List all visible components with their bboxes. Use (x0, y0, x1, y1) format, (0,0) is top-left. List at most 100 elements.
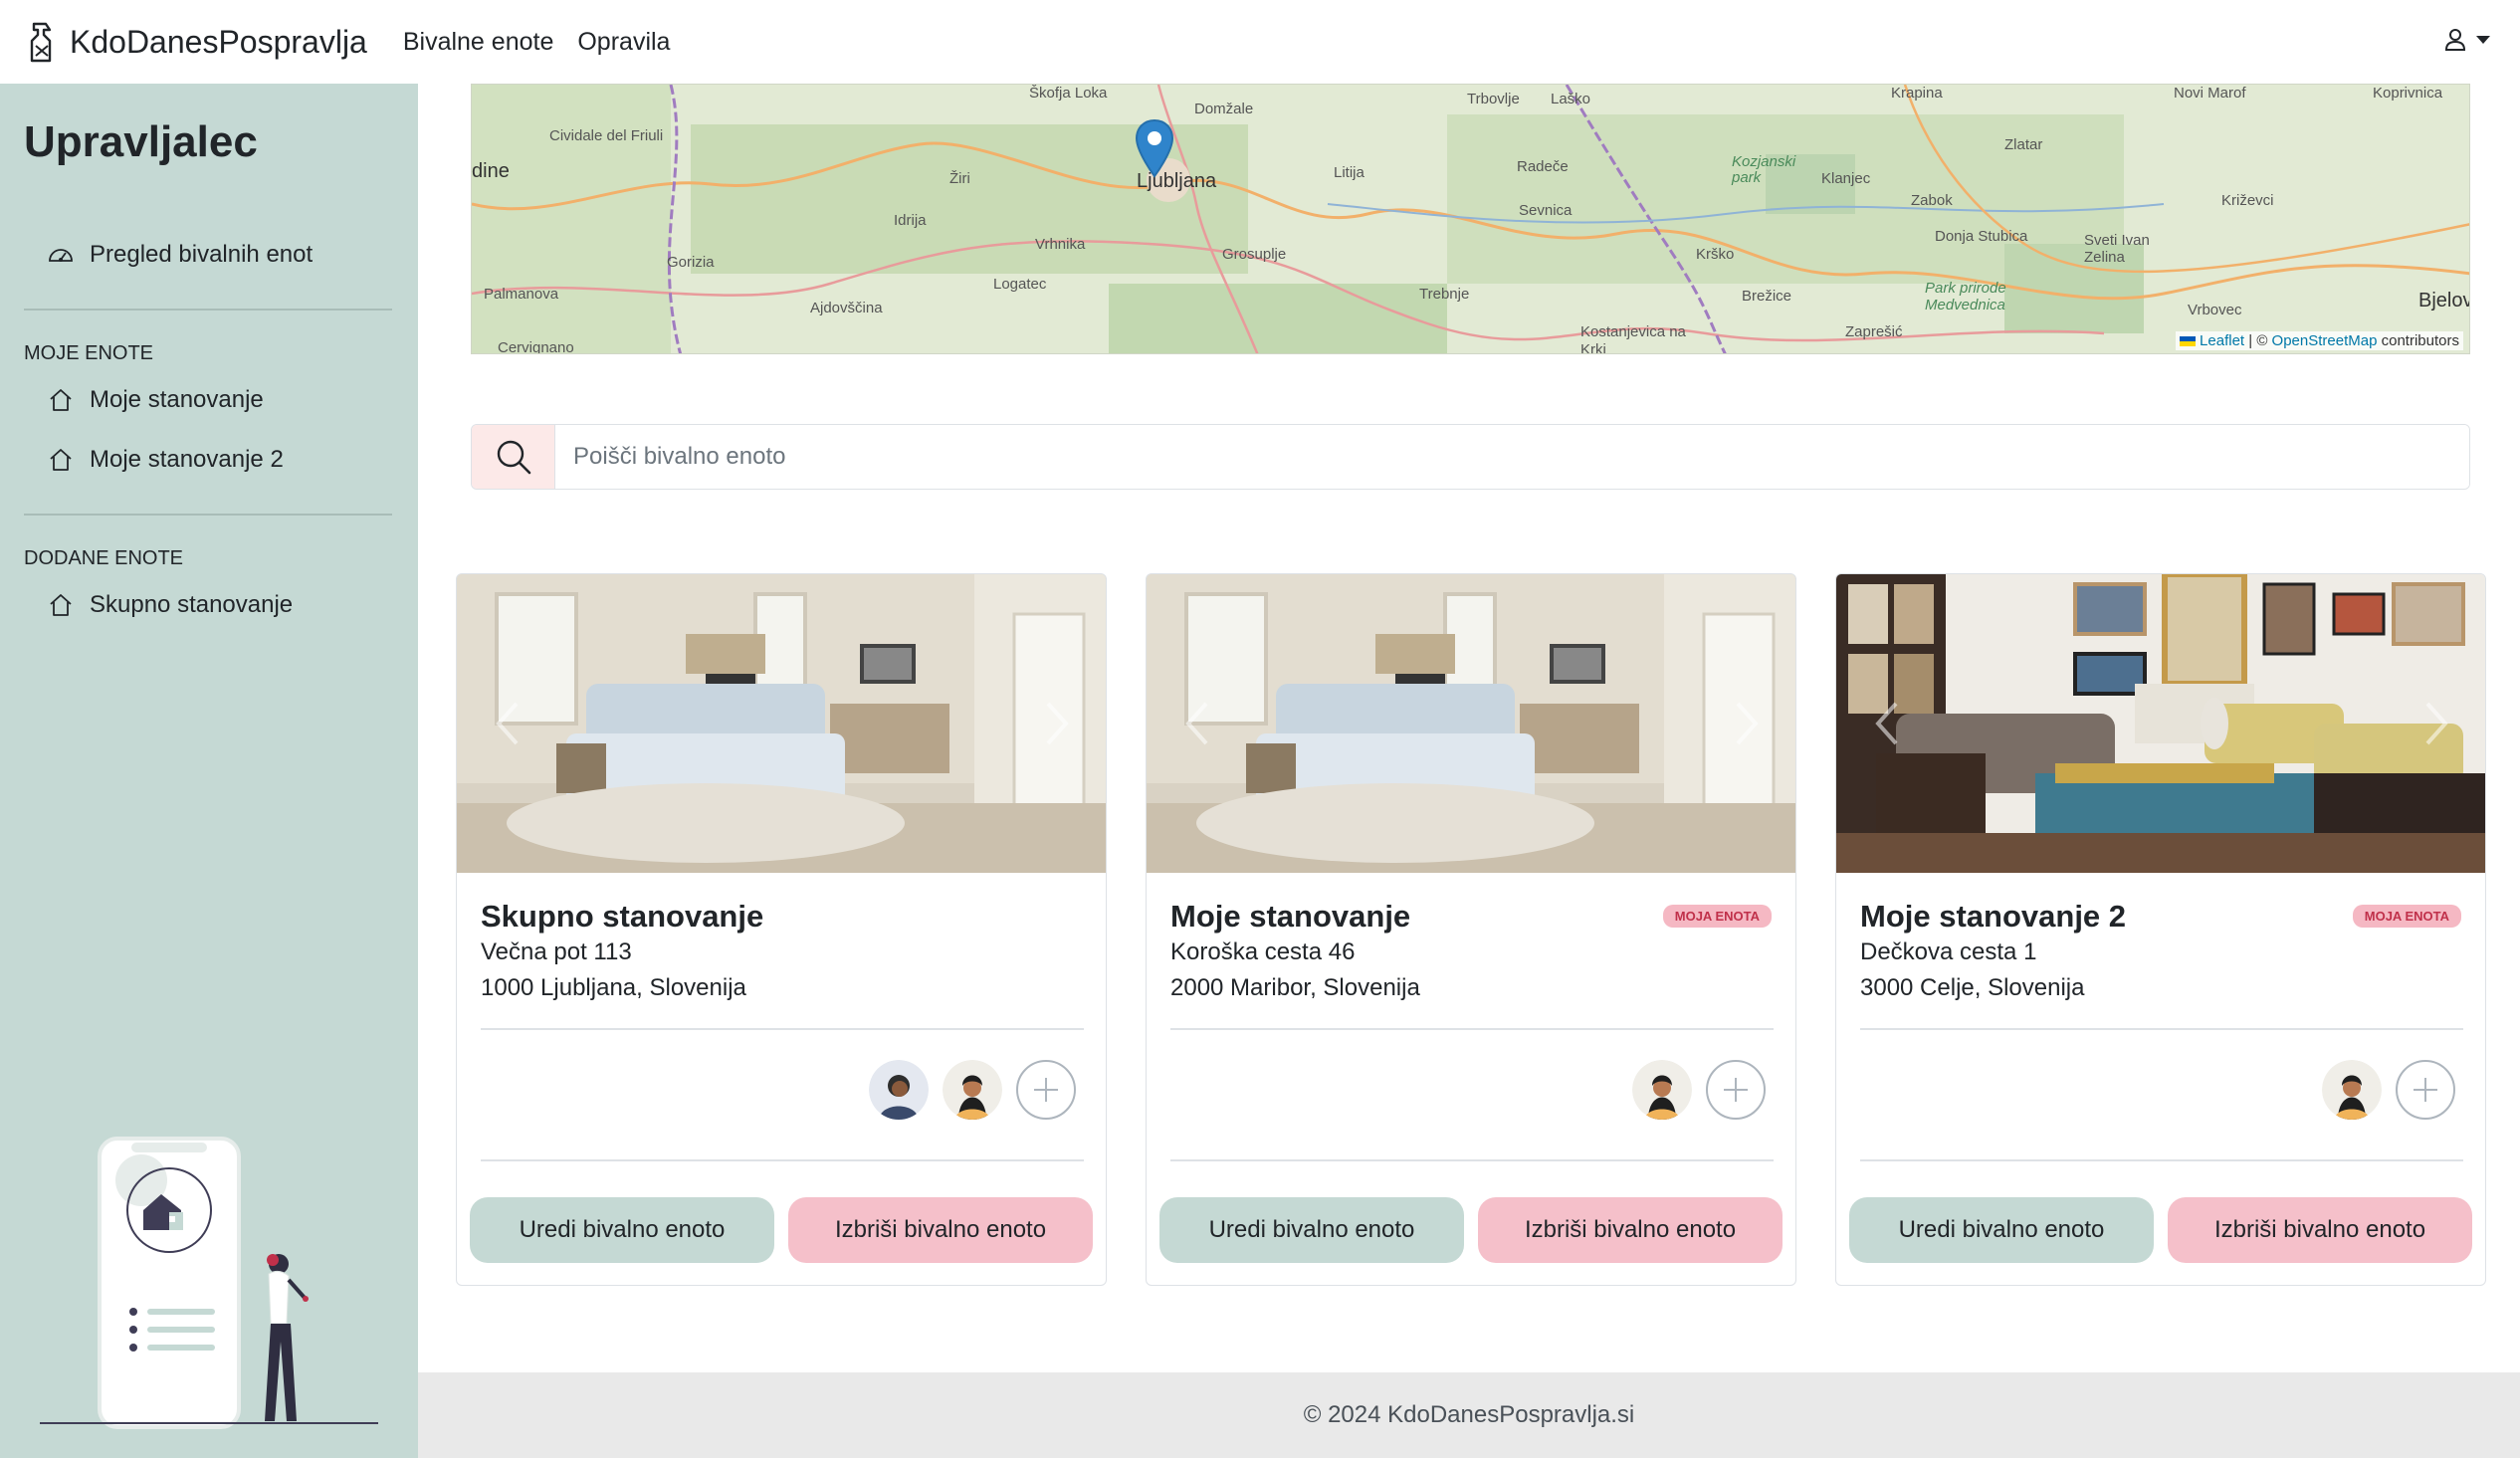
map-place-label: Litija (1334, 164, 1365, 181)
map-place-label: Laško (1551, 91, 1591, 107)
carousel-prev-icon[interactable] (493, 700, 523, 747)
sidebar-item-overview[interactable]: Pregled bivalnih enot (48, 241, 313, 269)
avatar[interactable] (1632, 1060, 1692, 1120)
map-place-label: Donja Stubica (1935, 228, 2028, 245)
map-marker-icon[interactable] (1135, 118, 1174, 180)
plus-icon (2414, 1078, 2437, 1102)
carousel-next-icon[interactable] (1042, 700, 1072, 747)
carousel-prev-icon[interactable] (1182, 700, 1212, 747)
map-place-label: Križevci (2221, 192, 2274, 209)
attribution-contributors: contributors (2377, 332, 2459, 349)
map-place-label: Kozjanski park (1732, 153, 1796, 186)
speedometer-icon (49, 249, 73, 262)
map-place-label: Klanjec (1821, 170, 1871, 187)
nav-link-opravila[interactable]: Opravila (577, 28, 670, 57)
add-member-button[interactable] (1706, 1060, 1766, 1120)
sidebar-item-moje-stanovanje[interactable]: Moje stanovanje (48, 386, 264, 414)
map-place-label: Trebnje (1419, 286, 1470, 303)
unit-carousel[interactable] (457, 574, 1106, 873)
unit-city: 2000 Maribor, Slovenija (1170, 974, 1420, 1001)
map[interactable]: Škofja Loka Domžale Trbovlje Laško Krapi… (471, 84, 2470, 354)
map-place-label: Škofja Loka (1029, 85, 1108, 102)
map-place-label: Koprivnica (2373, 85, 2443, 102)
edit-unit-button[interactable]: Uredi bivalno enoto (470, 1197, 774, 1263)
unit-carousel[interactable] (1147, 574, 1795, 873)
house-icon (50, 594, 72, 616)
sidebar-divider (24, 514, 392, 516)
unit-street: Večna pot 113 (481, 938, 632, 965)
search-bar (471, 424, 2470, 490)
map-tiles (472, 85, 2469, 353)
avatar[interactable] (869, 1060, 929, 1120)
map-place-label: dine (472, 160, 510, 182)
carousel-next-icon[interactable] (2421, 700, 2451, 747)
map-place-label: Radeče (1517, 158, 1569, 175)
carousel-prev-icon[interactable] (1872, 700, 1902, 747)
sidebar-item-label: Skupno stanovanje (90, 591, 294, 618)
map-place-label: Sevnica (1519, 202, 1573, 219)
unit-card: Moje stanovanje MOJA ENOTA Koroška cesta… (1146, 573, 1796, 1286)
footer-copyright: © 2024 KdoDanesPospravlja.si (1303, 1401, 1635, 1428)
map-attribution: Leaflet | © OpenStreetMap contributors (2176, 331, 2463, 350)
leaflet-link[interactable]: Leaflet (2200, 332, 2244, 349)
navbar: KdoDanesPospravlja Bivalne enote Opravil… (0, 0, 2520, 84)
member-avatars (1618, 1060, 1766, 1120)
attribution-separator: | © (2244, 332, 2272, 349)
map-place-label: Zlatar (2004, 136, 2043, 153)
map-place-label: Trbovlje (1467, 91, 1520, 107)
map-place-label: Gorizia (667, 254, 715, 271)
map-place-label: Krško (1696, 246, 1735, 263)
map-place-label: Bjelova (2418, 290, 2469, 312)
member-avatars (2308, 1060, 2455, 1120)
bedroom-photo (457, 574, 1106, 873)
user-menu[interactable] (2444, 28, 2490, 52)
map-place-label: Vrbovec (2188, 302, 2242, 318)
user-icon (2444, 29, 2466, 51)
unit-title: Skupno stanovanje (481, 899, 764, 934)
unit-carousel[interactable] (1836, 574, 2485, 873)
my-units-heading: MOJE ENOTE (24, 342, 154, 364)
map-place-label: Cividale del Friuli (549, 127, 664, 144)
footer: © 2024 KdoDanesPospravlja.si (418, 1372, 2520, 1458)
sidebar-title: Upravljalec (24, 117, 258, 166)
bedroom-photo (1147, 574, 1795, 873)
sidebar-item-skupno-stanovanje[interactable]: Skupno stanovanje (48, 591, 293, 619)
card-divider (1170, 1159, 1774, 1161)
search-icon (497, 440, 530, 475)
carousel-next-icon[interactable] (1732, 700, 1762, 747)
house-icon (50, 389, 72, 411)
brand-name: KdoDanesPospravlja (70, 23, 367, 60)
edit-unit-button[interactable]: Uredi bivalno enoto (1159, 1197, 1464, 1263)
unit-card: Moje stanovanje 2 MOJA ENOTA Dečkova ces… (1835, 573, 2486, 1286)
avatar[interactable] (2322, 1060, 2382, 1120)
brand[interactable]: KdoDanesPospravlja (24, 20, 367, 64)
map-place-label: Vrhnika (1035, 236, 1086, 253)
search-input[interactable] (555, 425, 2469, 489)
sidebar-item-moje-stanovanje-2[interactable]: Moje stanovanje 2 (48, 446, 284, 474)
delete-unit-button[interactable]: Izbriši bivalno enoto (1478, 1197, 1783, 1263)
unit-city: 1000 Ljubljana, Slovenija (481, 974, 746, 1001)
delete-unit-button[interactable]: Izbriši bivalno enoto (2168, 1197, 2472, 1263)
nav-link-bivalne-enote[interactable]: Bivalne enote (403, 28, 554, 57)
openstreetmap-link[interactable]: OpenStreetMap (2272, 332, 2378, 349)
unit-card: Skupno stanovanje Večna pot 113 1000 Lju… (456, 573, 1107, 1286)
my-unit-badge: MOJA ENOTA (1662, 905, 1772, 928)
unit-city: 3000 Celje, Slovenija (1860, 974, 2085, 1001)
sidebar-divider (24, 309, 392, 311)
delete-unit-button[interactable]: Izbriši bivalno enoto (788, 1197, 1093, 1263)
ukraine-flag-icon (2180, 336, 2197, 347)
map-place-label: Brežice (1742, 288, 1792, 305)
card-divider (1860, 1028, 2463, 1030)
member-avatars (855, 1060, 1076, 1120)
edit-unit-button[interactable]: Uredi bivalno enoto (1849, 1197, 2154, 1263)
unit-street: Dečkova cesta 1 (1860, 938, 2037, 965)
sidebar-item-label: Moje stanovanje 2 (90, 446, 284, 473)
added-units-heading: DODANE ENOTE (24, 547, 184, 569)
search-button[interactable] (472, 425, 555, 489)
add-member-button[interactable] (2396, 1060, 2455, 1120)
avatar[interactable] (943, 1060, 1002, 1120)
map-place-label: Sveti Ivan Zelina (2084, 232, 2150, 266)
chevron-down-icon (2476, 36, 2490, 44)
add-member-button[interactable] (1016, 1060, 1076, 1120)
spray-bottle-icon (30, 22, 52, 63)
